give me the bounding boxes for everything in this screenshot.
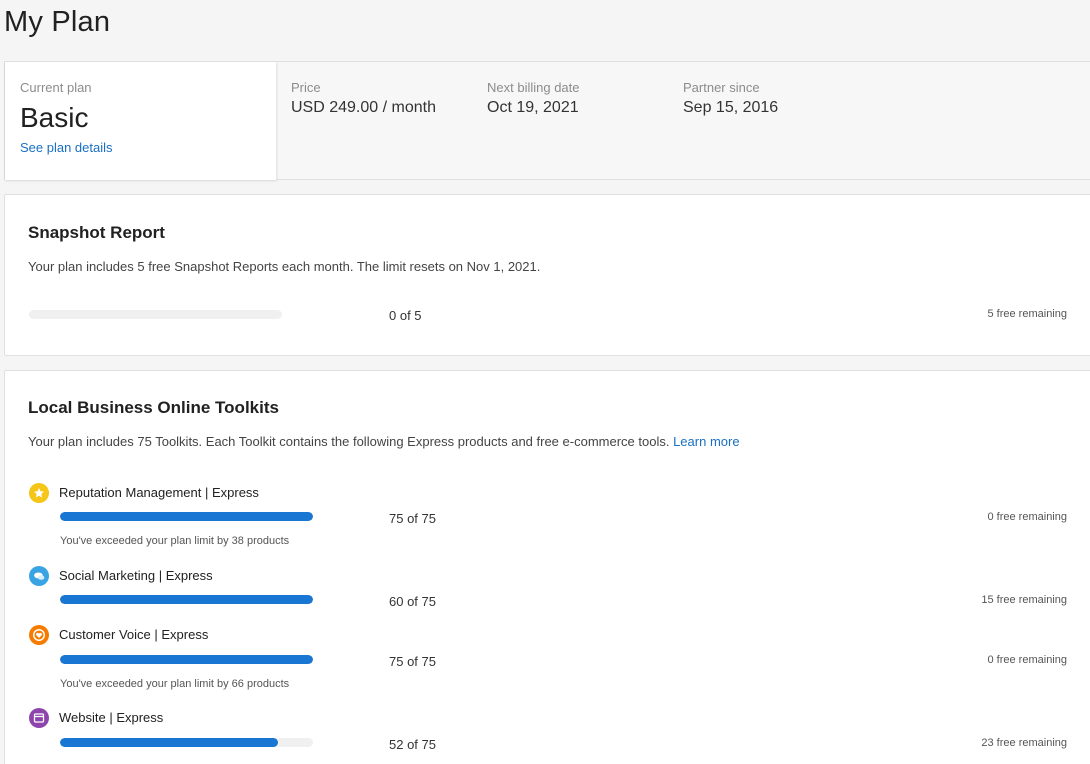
product-name-social: Social Marketing | Express [59,568,213,583]
warning-customer-voice: You've exceeded your plan limit by 66 pr… [60,678,290,690]
heart-icon [29,625,49,645]
progress-fill-website [60,738,278,747]
progress-fill-customer-voice [60,655,313,664]
plan-summary-card: Current plan Basic See plan details Pric… [4,61,1090,180]
speech-bubbles-icon [29,566,49,586]
partner-since-label: Partner since [683,80,760,95]
partner-since-field: Partner since Sep 15, 2016 [683,80,778,117]
progress-bar-website [60,738,313,747]
progress-bar-customer-voice [60,655,313,664]
price-value: USD 249.00 / month [291,99,436,116]
remaining-customer-voice: 0 free remaining [987,654,1068,666]
current-plan-name: Basic [20,102,89,133]
see-plan-details-link[interactable]: See plan details [20,140,113,155]
page-title: My Plan [4,6,111,38]
price-label: Price [291,80,321,95]
browser-window-icon [29,708,49,728]
snapshot-progress-bar [29,310,282,319]
count-customer-voice: 75 of 75 [389,654,436,669]
star-icon [29,483,49,503]
next-billing-value: Oct 19, 2021 [487,99,579,116]
product-name-customer-voice: Customer Voice | Express [59,627,209,642]
snapshot-report-card: Snapshot Report Your plan includes 5 fre… [4,194,1090,356]
snapshot-count: 0 of 5 [389,308,422,323]
snapshot-description: Your plan includes 5 free Snapshot Repor… [28,259,541,274]
remaining-social: 15 free remaining [981,594,1067,606]
price-field: Price USD 249.00 / month [291,80,436,117]
snapshot-title: Snapshot Report [28,223,165,242]
warning-reputation: You've exceeded your plan limit by 38 pr… [60,535,290,547]
count-website: 52 of 75 [389,737,436,752]
next-billing-label: Next billing date [487,80,580,95]
learn-more-link[interactable]: Learn more [673,434,739,449]
progress-fill-reputation [60,512,313,521]
count-social: 60 of 75 [389,594,436,609]
progress-fill-social [60,595,313,604]
product-name-website: Website | Express [59,710,164,725]
toolkits-title: Local Business Online Toolkits [28,398,279,417]
next-billing-field: Next billing date Oct 19, 2021 [487,80,580,117]
count-reputation: 75 of 75 [389,511,436,526]
toolkits-description: Your plan includes 75 Toolkits. Each Too… [28,434,740,449]
snapshot-remaining: 5 free remaining [987,308,1068,320]
progress-bar-social [60,595,313,604]
current-plan-panel: Current plan Basic See plan details [5,62,277,180]
remaining-reputation: 0 free remaining [987,511,1068,523]
progress-bar-reputation [60,512,313,521]
toolkits-description-text: Your plan includes 75 Toolkits. Each Too… [28,434,670,449]
partner-since-value: Sep 15, 2016 [683,99,779,116]
toolkits-card: Local Business Online Toolkits Your plan… [4,370,1090,764]
remaining-website: 23 free remaining [981,737,1067,749]
current-plan-label: Current plan [20,80,92,95]
product-name-reputation: Reputation Management | Express [59,485,259,500]
